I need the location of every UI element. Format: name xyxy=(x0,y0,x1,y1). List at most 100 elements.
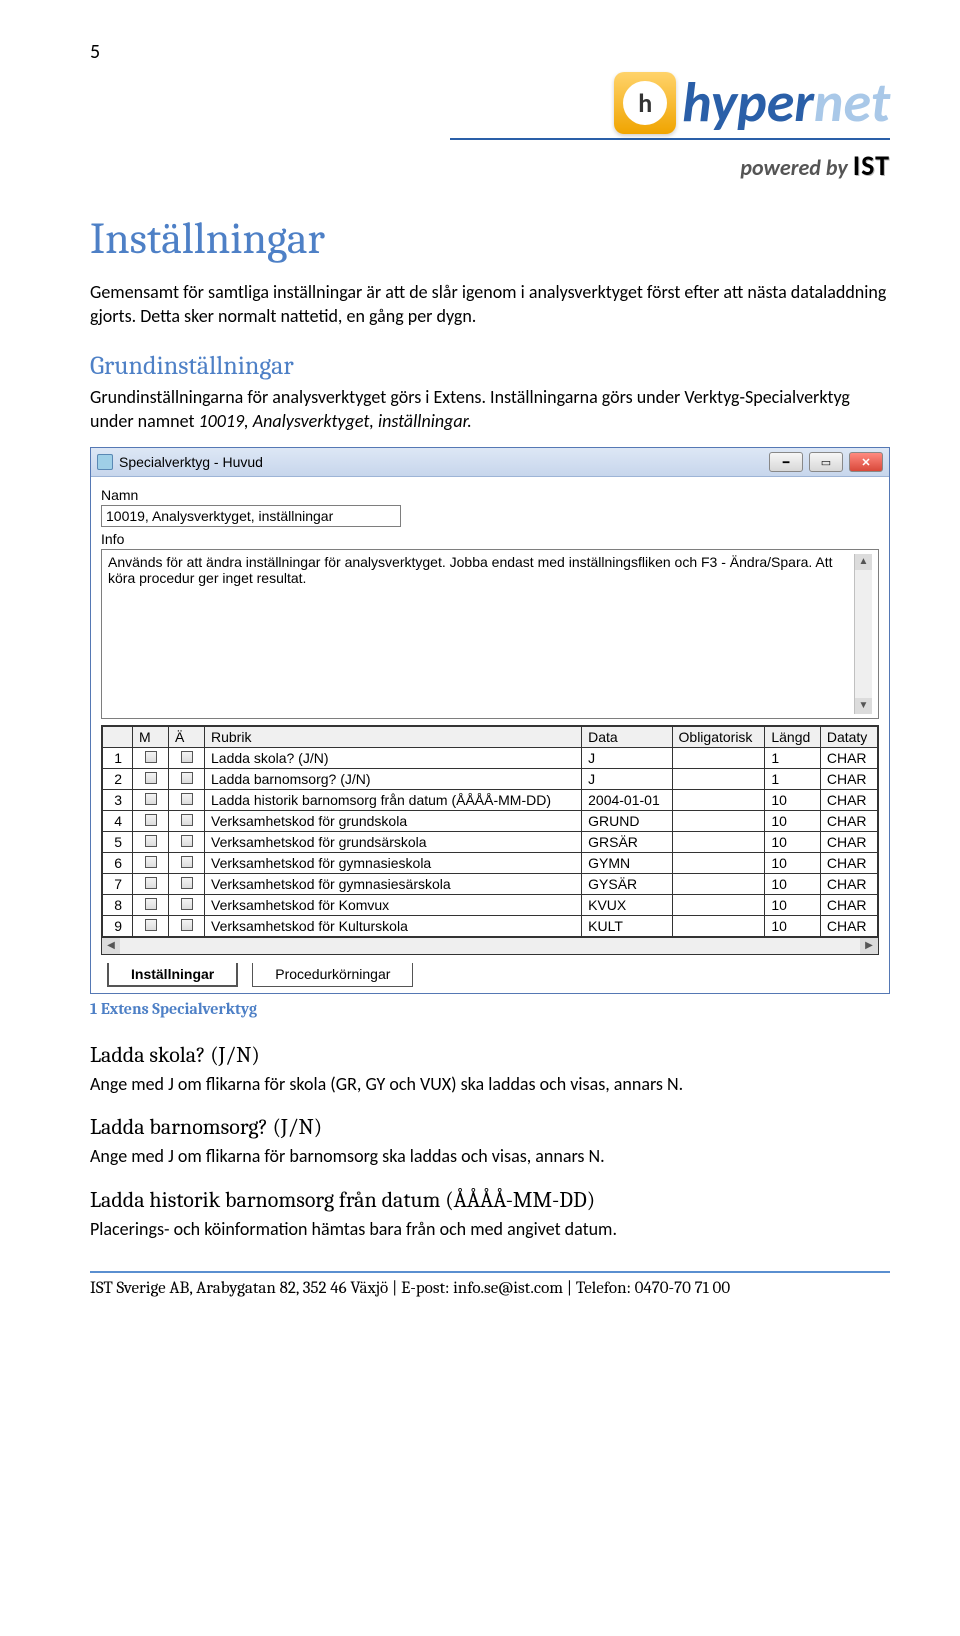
row-datatyp: CHAR xyxy=(820,769,877,790)
hypernet-suffix: net xyxy=(814,69,890,137)
page-footer: IST Sverige AB, Arabygatan 82, 352 46 Vä… xyxy=(90,1279,890,1298)
table-row[interactable]: 7 Verksamhetskod för gymnasiesärskolaGYSÄ… xyxy=(103,874,878,895)
table-row[interactable]: 6Verksamhetskod för gymnasieskolaGYMN10C… xyxy=(103,853,878,874)
row-data[interactable]: GRUND xyxy=(582,811,672,832)
row-data[interactable]: KVUX xyxy=(582,895,672,916)
table-row[interactable]: 9Verksamhetskod för KulturskolaKULT10CHA… xyxy=(103,916,878,937)
close-button[interactable]: ✕ xyxy=(849,452,883,472)
window-title: Specialverktyg - Huvud xyxy=(119,454,263,470)
hypernet-icon: h xyxy=(614,72,676,134)
table-row[interactable]: 3Ladda historik barnomsorg från datum (Å… xyxy=(103,790,878,811)
item-paragraph-3: Placerings- och köinformation hämtas bar… xyxy=(90,1217,890,1241)
row-data[interactable]: GYSÄR xyxy=(582,874,672,895)
row-a-checkbox[interactable] xyxy=(169,853,205,874)
row-m-checkbox[interactable] xyxy=(133,790,169,811)
row-num: 5 xyxy=(103,832,133,853)
row-data[interactable]: GYMN xyxy=(582,853,672,874)
row-m-checkbox[interactable] xyxy=(133,811,169,832)
row-m-checkbox[interactable] xyxy=(133,769,169,790)
minimize-button[interactable]: ━ xyxy=(769,452,803,472)
row-langd: 1 xyxy=(765,748,820,769)
row-rubrik: Ladda skola? (J/N) xyxy=(205,748,582,769)
row-num: 7 xyxy=(103,874,133,895)
row-m-checkbox[interactable] xyxy=(133,853,169,874)
row-m-checkbox[interactable] xyxy=(133,748,169,769)
row-a-checkbox[interactable] xyxy=(169,769,205,790)
row-data[interactable]: KULT xyxy=(582,916,672,937)
row-num: 6 xyxy=(103,853,133,874)
settings-grid: M Ä Rubrik Data Obligatorisk Längd Datat… xyxy=(101,725,879,955)
table-row[interactable]: 4Verksamhetskod för grundskolaGRUND10CHA… xyxy=(103,811,878,832)
row-a-checkbox[interactable] xyxy=(169,811,205,832)
row-langd: 10 xyxy=(765,832,820,853)
tab-procedurkorningar[interactable]: Procedurkörningar xyxy=(252,963,413,987)
maximize-button[interactable]: ▭ xyxy=(809,452,843,472)
row-a-checkbox[interactable] xyxy=(169,874,205,895)
row-rubrik: Verksamhetskod för grundsärskola xyxy=(205,832,582,853)
row-langd: 10 xyxy=(765,811,820,832)
logo-block: h hypernet powered by IST xyxy=(90,72,890,183)
row-rubrik: Verksamhetskod för gymnasiesärskola xyxy=(205,874,582,895)
scroll-left-icon[interactable]: ◀ xyxy=(102,938,120,954)
item-heading-1: Ladda skola? (J/N) xyxy=(90,1042,890,1068)
row-a-checkbox[interactable] xyxy=(169,790,205,811)
table-row[interactable]: 2Ladda barnomsorg? (J/N)J1CHAR xyxy=(103,769,878,790)
row-data[interactable]: J xyxy=(582,769,672,790)
row-langd: 1 xyxy=(765,769,820,790)
row-data[interactable]: 2004-01-01 xyxy=(582,790,672,811)
row-a-checkbox[interactable] xyxy=(169,832,205,853)
specialverktyg-window: Specialverktyg - Huvud ━ ▭ ✕ Namn 10019,… xyxy=(90,447,890,994)
page-number: 5 xyxy=(90,40,890,64)
row-a-checkbox[interactable] xyxy=(169,748,205,769)
row-datatyp: CHAR xyxy=(820,790,877,811)
row-a-checkbox[interactable] xyxy=(169,895,205,916)
col-rubrik: Rubrik xyxy=(205,727,582,748)
item-heading-2: Ladda barnomsorg? (J/N) xyxy=(90,1114,890,1140)
grid-h-scrollbar[interactable]: ◀ ▶ xyxy=(102,937,878,954)
col-langd: Längd xyxy=(765,727,820,748)
row-m-checkbox[interactable] xyxy=(133,916,169,937)
sub-heading-grund: Grundinställningar xyxy=(90,351,890,381)
row-rubrik: Ladda historik barnomsorg från datum (ÅÅ… xyxy=(205,790,582,811)
table-row[interactable]: 5 Verksamhetskod för grundsärskolaGRSÄR 10… xyxy=(103,832,878,853)
scroll-right-icon[interactable]: ▶ xyxy=(860,938,878,954)
row-a-checkbox[interactable] xyxy=(169,916,205,937)
intro-paragraph: Gemensamt för samtliga inställningar är … xyxy=(90,280,890,329)
row-obligatorisk xyxy=(672,832,765,853)
hypernet-prefix: hyper xyxy=(682,69,814,137)
row-num: 2 xyxy=(103,769,133,790)
info-textarea[interactable]: Används för att ändra inställningar för … xyxy=(108,554,854,714)
name-input[interactable]: 10019, Analysverktyget, inställningar xyxy=(101,505,401,527)
row-rubrik: Verksamhetskod för Komvux xyxy=(205,895,582,916)
scroll-up-icon[interactable]: ▲ xyxy=(855,554,872,570)
name-label: Namn xyxy=(101,487,879,503)
row-num: 9 xyxy=(103,916,133,937)
row-num: 1 xyxy=(103,748,133,769)
table-row[interactable]: 1Ladda skola? (J/N)J1CHAR xyxy=(103,748,878,769)
col-datatyp: Dataty xyxy=(820,727,877,748)
row-obligatorisk xyxy=(672,874,765,895)
row-data[interactable]: J xyxy=(582,748,672,769)
hypernet-icon-letter: h xyxy=(623,81,667,125)
powered-brand: IST xyxy=(853,148,890,183)
table-row[interactable]: 8Verksamhetskod för KomvuxKVUX10CHAR xyxy=(103,895,878,916)
row-langd: 10 xyxy=(765,874,820,895)
grund-text-em: 10019, Analysverktyget, inställningar. xyxy=(199,410,472,432)
row-rubrik: Verksamhetskod för gymnasieskola xyxy=(205,853,582,874)
grund-paragraph: Grundinställningarna för analysverktyget… xyxy=(90,385,890,434)
row-m-checkbox[interactable] xyxy=(133,832,169,853)
row-data[interactable]: GRSÄR xyxy=(582,832,672,853)
tab-installningar[interactable]: Inställningar xyxy=(107,963,238,987)
info-scrollbar[interactable]: ▲ ▼ xyxy=(854,554,872,714)
powered-by: powered by IST xyxy=(450,148,890,183)
row-obligatorisk xyxy=(672,853,765,874)
row-langd: 10 xyxy=(765,790,820,811)
row-datatyp: CHAR xyxy=(820,874,877,895)
row-obligatorisk xyxy=(672,811,765,832)
row-langd: 10 xyxy=(765,895,820,916)
scroll-down-icon[interactable]: ▼ xyxy=(855,698,872,714)
row-m-checkbox[interactable] xyxy=(133,874,169,895)
row-obligatorisk xyxy=(672,916,765,937)
row-m-checkbox[interactable] xyxy=(133,895,169,916)
item-paragraph-1: Ange med J om flikarna för skola (GR, GY… xyxy=(90,1072,890,1096)
